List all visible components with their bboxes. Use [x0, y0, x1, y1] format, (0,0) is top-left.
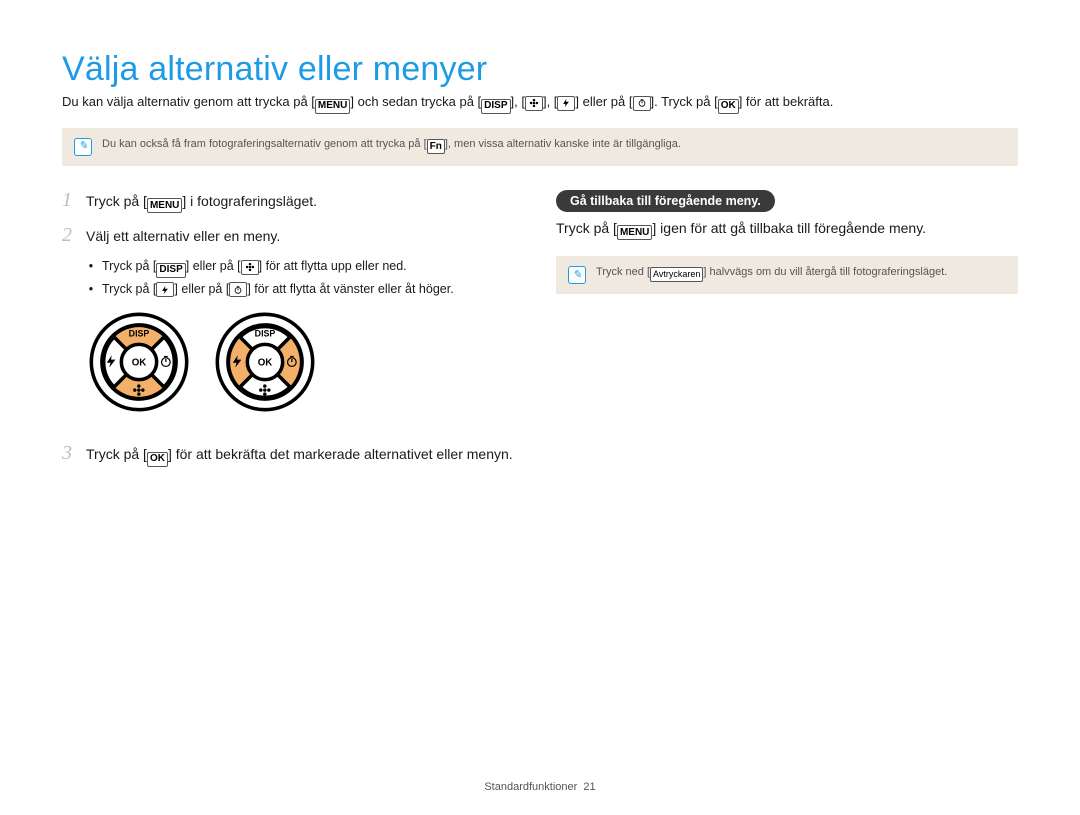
macro-key-icon — [525, 96, 543, 111]
ok-key-icon: OK — [147, 452, 168, 467]
page-footer: Standardfunktioner 21 — [0, 781, 1080, 793]
footer-page-number: 21 — [583, 781, 595, 793]
fn-key-icon: Fn — [427, 139, 445, 154]
menu-key-icon: MENU — [315, 99, 350, 114]
text: Tryck ned [ — [596, 266, 650, 278]
text: ] eller på [ — [186, 259, 241, 273]
go-back-paragraph: Tryck på [MENU] igen för att gå tillbaka… — [556, 220, 1018, 241]
text: ] igen för att gå tillbaka till föregåen… — [652, 220, 926, 236]
intro-text: ]. Tryck på [ — [651, 94, 718, 109]
step-number: 3 — [62, 443, 76, 463]
note-shutter: Tryck ned [Avtryckaren] halvvägs om du v… — [556, 256, 1018, 294]
dial-disp-label: DISP — [255, 328, 276, 338]
step-3: 3 Tryck på [OK] för att bekräfta det mar… — [62, 443, 524, 467]
text: Tryck på [DISP] eller på [ ] för att flyt… — [102, 259, 407, 278]
right-column: Gå tillbaka till föregående meny. Tryck … — [556, 190, 1018, 479]
menu-key-icon: MENU — [617, 225, 652, 240]
disp-key-icon: DISP — [481, 99, 510, 114]
text: ] i fotograferingsläget. — [182, 193, 317, 209]
dial-vertical: DISP OK — [86, 309, 192, 415]
text: ] för att bekräfta det markerade alterna… — [168, 446, 513, 462]
step-number: 2 — [62, 225, 76, 245]
menu-key-icon: MENU — [147, 198, 182, 213]
step-number: 1 — [62, 190, 76, 210]
dial-disp-label: DISP — [129, 328, 150, 338]
note-icon — [568, 266, 586, 284]
step-1: 1 Tryck på [MENU] i fotograferingsläget. — [62, 190, 524, 214]
flash-key-icon — [557, 96, 575, 111]
list-item: • Tryck på [ ] eller på [ ] för att flytta… — [86, 282, 524, 298]
dial-horizontal: DISP OK — [212, 309, 318, 415]
text: Tryck på [ — [102, 282, 156, 296]
intro-paragraph: Du kan välja alternativ genom att trycka… — [62, 93, 1018, 114]
left-column: 1 Tryck på [MENU] i fotograferingsläget.… — [62, 190, 524, 479]
intro-text: ], [ — [511, 94, 525, 109]
dial-ok-label: OK — [132, 358, 147, 369]
ok-key-icon: OK — [718, 99, 739, 114]
intro-text: Du kan välja alternativ genom att trycka… — [62, 94, 315, 109]
note-fn: Du kan också få fram fotograferingsalter… — [62, 128, 1018, 166]
text: Tryck på [ — [86, 193, 147, 209]
macro-key-icon — [241, 260, 259, 275]
dial-ok-label: OK — [258, 358, 273, 369]
note-text: Du kan också få fram fotograferingsalter… — [102, 138, 681, 155]
disp-key-icon: DISP — [156, 263, 185, 278]
flash-key-icon — [156, 282, 174, 297]
intro-text: ] och sedan trycka på [ — [350, 94, 481, 109]
note-text-part: Du kan också få fram fotograferingsalter… — [102, 138, 427, 150]
go-back-heading: Gå tillbaka till föregående meny. — [556, 190, 775, 212]
note-text-part: ], men vissa alternativ kanske inte är t… — [445, 138, 681, 150]
intro-text: ], [ — [543, 94, 557, 109]
note-text: Tryck ned [Avtryckaren] halvvägs om du v… — [596, 266, 947, 282]
list-item: • Tryck på [DISP] eller på [ ] för att fl… — [86, 259, 524, 278]
text: Tryck på [ ] eller på [ ] för att flytta å… — [102, 282, 454, 298]
intro-text: ] för att bekräfta. — [739, 94, 834, 109]
step-2: 2 Välj ett alternativ eller en meny. — [62, 225, 524, 247]
note-icon — [74, 138, 92, 156]
text: Tryck på [ — [556, 220, 617, 236]
timer-key-icon — [633, 96, 651, 111]
text: ] eller på [ — [174, 282, 229, 296]
dial-illustrations: DISP OK — [86, 309, 524, 415]
step-2-sublist: • Tryck på [DISP] eller på [] för att fl… — [86, 259, 524, 297]
footer-section: Standardfunktioner — [484, 781, 577, 793]
shutter-key-icon: Avtryckaren — [650, 267, 703, 282]
bullet: • — [86, 282, 96, 298]
text: ] för att flytta åt vänster eller åt hög… — [247, 282, 453, 296]
bullet: • — [86, 259, 96, 278]
text: Tryck på [ — [102, 259, 156, 273]
page-title: Välja alternativ eller menyer — [62, 50, 1018, 89]
text: ] halvvägs om du vill återgå till fotogr… — [703, 266, 947, 278]
text: Tryck på [ — [86, 446, 147, 462]
text: ] för att flytta upp eller ned. — [259, 259, 407, 273]
step-body: Tryck på [OK] för att bekräfta det marke… — [86, 444, 513, 467]
step-body: Välj ett alternativ eller en meny. — [86, 226, 280, 247]
timer-key-icon — [229, 282, 247, 297]
intro-text: ] eller på [ — [575, 94, 632, 109]
step-body: Tryck på [MENU] i fotograferingsläget. — [86, 191, 317, 214]
